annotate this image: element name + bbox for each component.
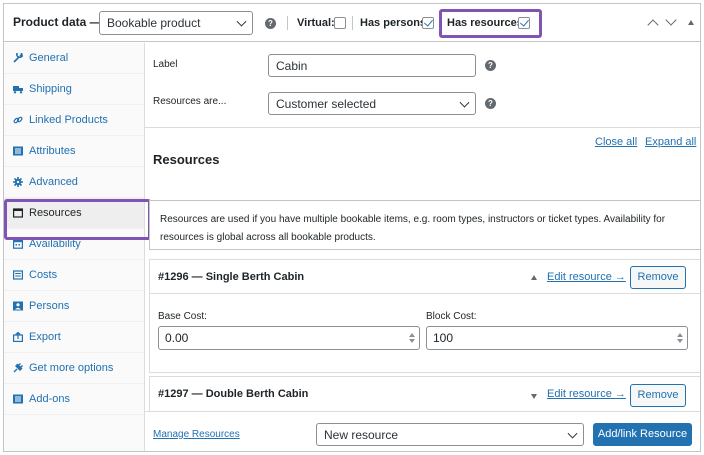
label-field-label: Label [153,59,178,70]
wrench-icon [13,53,23,63]
chevron-up-icon[interactable] [647,19,659,31]
chevron-down-icon [567,428,578,439]
expand-all-link[interactable]: Expand all [645,136,696,148]
edit-resource-link[interactable]: Edit resource → [547,271,626,283]
product-type-value: Bookable product [107,16,201,30]
collapse-icon[interactable] [531,275,537,280]
new-resource-value: New resource [324,427,399,442]
number-stepper-icon[interactable] [676,331,684,347]
calendar-icon [13,239,23,249]
sidebar-item-advanced[interactable]: Advanced [4,167,144,198]
resources-are-label: Resources are... [153,96,227,107]
resource-row: #1296 — Single Berth Cabin Edit resource… [149,259,700,373]
product-data-header: Product data — Bookable product ? Virtua… [4,4,700,42]
has-persons-label: Has persons: [360,17,430,29]
sidebar-item-label: Export [29,331,61,343]
block-cost-input[interactable]: 100 [426,326,688,350]
chevron-down-icon [236,16,247,27]
list-icon [13,146,23,156]
sidebar-item-general[interactable]: General [4,43,144,74]
base-cost-label: Base Cost: [158,311,207,322]
resource-row-header[interactable]: #1297 — Double Berth Cabin Edit resource… [150,377,700,411]
edit-resource-link[interactable]: Edit resource → [547,388,626,400]
notice-line: Resources are used if you have multiple … [160,214,666,225]
remove-button[interactable]: Remove [630,384,686,407]
resources-toolbar: Manage Resources New resource Add/link R… [145,411,700,451]
close-all-link[interactable]: Close all [595,136,637,148]
sidebar-item-label: Persons [29,300,70,312]
resource-title: #1296 — Single Berth Cabin [158,271,305,283]
chevron-down-icon[interactable] [665,14,677,26]
collapse-toggle-icon[interactable] [688,20,694,25]
base-cost-value: 0.00 [165,331,189,345]
virtual-checkbox[interactable] [334,17,346,29]
expand-icon[interactable] [531,394,537,399]
has-persons-checkbox[interactable] [422,17,434,29]
base-cost-input[interactable]: 0.00 [158,326,420,350]
sidebar-item-label: Get more options [29,362,114,374]
resources-are-select[interactable]: Customer selected [268,92,476,115]
sidebar-item-get-more-options[interactable]: Get more options [4,353,144,384]
product-data-panel: Product data — Bookable product ? Virtua… [3,3,701,452]
resource-row-header[interactable]: #1296 — Single Berth Cabin Edit resource… [150,260,700,294]
truck-icon [13,84,23,94]
label-input-value: Cabin [276,58,308,73]
link-icon [13,115,23,125]
sidebar-item-persons[interactable]: Persons [4,291,144,322]
sidebar-item-costs[interactable]: Costs [4,260,144,291]
notice-line: resources is global across all bookable … [160,232,376,243]
number-stepper-icon[interactable] [408,331,416,347]
resources-are-value: Customer selected [276,96,377,111]
sidebar-item-linked-products[interactable]: Linked Products [4,105,144,136]
has-resources-highlight [439,9,542,38]
sidebar-item-label: Advanced [29,176,78,188]
resources-heading: Resources [153,152,220,167]
sidebar-item-label: General [29,52,69,64]
divider [352,16,353,30]
person-icon [13,301,23,311]
sidebar-item-attributes[interactable]: Attributes [4,136,144,167]
manage-resources-link[interactable]: Manage Resources [153,429,240,440]
sidebar-item-label: Shipping [29,83,72,95]
product-data-title: Product data — [13,15,102,29]
plugin-icon [13,363,23,373]
help-icon[interactable]: ? [485,60,496,71]
resource-row: #1297 — Double Berth Cabin Edit resource… [149,376,700,412]
divider [287,16,288,30]
sidebar-item-shipping[interactable]: Shipping [4,74,144,105]
export-icon [13,332,23,342]
product-type-select[interactable]: Bookable product [99,11,253,35]
costs-icon [13,270,23,280]
section-divider [145,127,700,128]
add-link-resource-button[interactable]: Add/link Resource [593,423,692,446]
resource-title: #1297 — Double Berth Cabin [158,388,309,400]
help-icon[interactable]: ? [485,98,496,109]
sidebar-item-add-ons[interactable]: Add-ons [4,384,144,415]
virtual-label: Virtual: [297,17,335,29]
product-data-tabs: General Shipping Linked Products Attribu… [4,43,145,451]
addons-icon [13,394,23,404]
chevron-down-icon [459,97,470,108]
resources-notice: Resources are used if you have multiple … [149,200,700,250]
new-resource-select[interactable]: New resource [316,423,584,446]
help-icon[interactable]: ? [265,18,276,29]
sidebar-item-label: Costs [29,269,58,281]
sidebar-item-export[interactable]: Export [4,322,144,353]
block-cost-value: 100 [433,331,454,345]
resources-tab-highlight [4,199,151,240]
sidebar-item-label: Add-ons [29,393,70,405]
label-input[interactable]: Cabin [268,54,476,77]
sidebar-item-label: Linked Products [29,114,108,126]
remove-button[interactable]: Remove [630,266,686,289]
sidebar-item-label: Attributes [29,145,76,157]
gear-icon [13,177,23,187]
block-cost-label: Block Cost: [426,311,477,322]
